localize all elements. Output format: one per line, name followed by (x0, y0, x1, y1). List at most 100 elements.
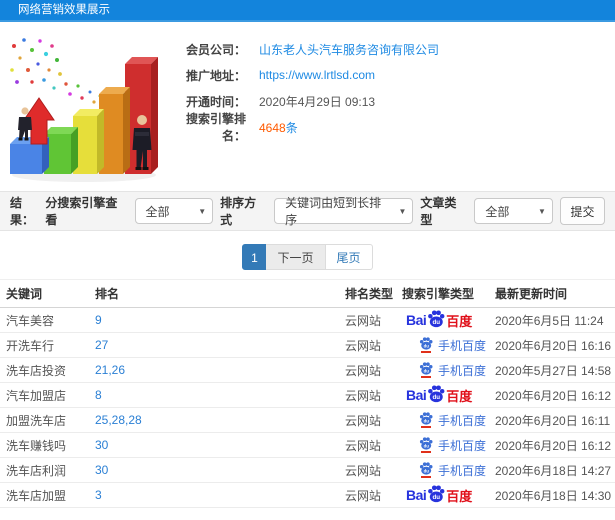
keyword-cell: 洗车店投资 (0, 357, 95, 383)
page: 网络营销效果展示 会员公司： 山东老人头汽车服务咨询有限公司 推广地址： htt… (0, 0, 615, 520)
rank-cell[interactable]: 27 (95, 332, 345, 358)
svg-text:du: du (433, 394, 441, 401)
rank-cell[interactable]: 30 (95, 432, 345, 458)
page-1-button[interactable]: 1 (242, 244, 267, 270)
keyword-cell: 加盟洗车店 (0, 407, 95, 433)
rank-unit-link[interactable]: 条 (286, 121, 298, 135)
svg-text:du: du (423, 468, 429, 473)
rank-cell[interactable]: 30 (95, 457, 345, 483)
rank-cell[interactable]: 25,28,28 (95, 407, 345, 433)
col-header-keyword: 关键词 (0, 279, 95, 308)
keyword-cell: 洗车店加盟 (0, 482, 95, 508)
engine-select-value: 全部 (145, 204, 170, 219)
table-body: 汽车美容 9 云网站 Bai du 百度 2020年6月5日 11:24 开洗车… (0, 307, 615, 508)
updated-cell: 2020年6月20日 16:16 (495, 332, 615, 358)
baidu-logo-bai-text: Bai (406, 487, 427, 503)
baidu-paw-icon: du (427, 310, 445, 328)
rank-type-cell: 云网站 (345, 482, 402, 508)
table-row: 汽车加盟店 8 云网站 Bai du 百度 2020年6月20日 16:12 (0, 382, 615, 408)
col-header-rank: 排名 (95, 279, 345, 308)
rank-cell[interactable]: 21,26 (95, 357, 345, 383)
sort-filter-label: 排序方式 (220, 196, 257, 227)
updated-cell: 2020年6月20日 16:12 (495, 382, 615, 408)
mobile-baidu-label: 手机百度 (438, 363, 487, 378)
mobile-baidu-logo: du 手机百度 (406, 337, 486, 354)
baidu-logo: Bai du 百度 (406, 485, 473, 505)
updated-cell: 2020年5月27日 14:58 (495, 357, 615, 383)
updated-cell: 2020年6月18日 14:30 (495, 482, 615, 508)
filter-controls: 分搜索引擎查看 全部 ▼ 排序方式 关键词由短到长排序 ▼ 文章类型 全部 ▼ … (45, 194, 605, 228)
col-header-engine-type: 搜索引擎类型 (402, 279, 495, 308)
caret-down-icon: ▼ (198, 206, 207, 216)
submit-button[interactable]: 提交 (559, 197, 605, 225)
table-header-row: 关键词 排名 排名类型 搜索引擎类型 最新更新时间 (0, 279, 615, 308)
engine-select[interactable]: 全部 ▼ (134, 198, 214, 224)
svg-text:du: du (433, 319, 441, 326)
info-section: 会员公司： 山东老人头汽车服务咨询有限公司 推广地址： https://www.… (0, 22, 615, 191)
mobile-baidu-logo: du 手机百度 (406, 437, 486, 454)
last-page-button[interactable]: 尾页 (325, 244, 373, 270)
caret-down-icon: ▼ (398, 206, 407, 216)
rank-type-cell: 云网站 (345, 457, 402, 483)
mobile-baidu-logo: du 手机百度 (406, 362, 486, 379)
baidu-logo-name-text: 百度 (446, 488, 473, 504)
mobile-baidu-label: 手机百度 (438, 338, 487, 353)
sort-select-value: 关键词由短到长排序 (285, 196, 382, 227)
mobile-baidu-logo: du 手机百度 (406, 462, 486, 479)
info-row-promo-url: 推广地址： https://www.lrtlsd.com (168, 62, 615, 88)
table-row: 洗车店利润 30 云网站 Bai (0, 457, 615, 483)
mobile-baidu-underline (420, 351, 431, 353)
rank-cell[interactable]: 3 (95, 482, 345, 508)
table-row: 洗车店投资 21,26 云网站 Bai (0, 357, 615, 383)
engine-type-cell: Bai du 百度 (402, 432, 495, 458)
mobile-baidu-label: 手机百度 (438, 438, 487, 453)
article-type-label: 文章类型 (420, 196, 457, 227)
open-time-label: 开通时间： (185, 94, 246, 109)
promo-url-link[interactable]: https://www.lrtlsd.com (259, 68, 375, 82)
bar-green (44, 127, 78, 174)
engine-rank-value: 4648条 (259, 119, 298, 136)
titlebar: 网络营销效果展示 (0, 0, 615, 22)
engine-type-cell: Bai du 百度 (402, 482, 495, 508)
mobile-baidu-underline (420, 376, 431, 378)
col-header-updated: 最新更新时间 (495, 279, 615, 308)
article-type-select-value: 全部 (485, 204, 510, 219)
rank-type-cell: 云网站 (345, 357, 402, 383)
mobile-baidu-paw-icon: du (418, 337, 433, 353)
engine-type-cell: Bai du 百度 (402, 357, 495, 383)
rank-cell[interactable]: 8 (95, 382, 345, 408)
mobile-baidu-underline (420, 451, 431, 453)
filter-bar: 结果： 分搜索引擎查看 全部 ▼ 排序方式 关键词由短到长排序 ▼ 文章类型 全… (0, 191, 615, 231)
rank-cell[interactable]: 9 (95, 307, 345, 333)
mobile-baidu-paw-icon: du (418, 362, 433, 378)
engine-type-cell: Bai du 百度 (402, 382, 495, 408)
updated-cell: 2020年6月5日 11:24 (495, 307, 615, 333)
mobile-baidu-paw-icon: du (418, 412, 433, 428)
baidu-logo: Bai du 百度 (406, 310, 472, 330)
page-title: 网络营销效果展示 (18, 4, 110, 16)
mobile-baidu-label: 手机百度 (438, 413, 487, 428)
member-company-link[interactable]: 山东老人头汽车服务咨询有限公司 (259, 41, 439, 58)
rank-type-cell: 云网站 (345, 332, 402, 358)
mobile-baidu-label: 手机百度 (438, 463, 487, 478)
updated-cell: 2020年6月20日 16:12 (495, 432, 615, 458)
mobile-baidu-logo: du 手机百度 (406, 412, 486, 429)
next-page-button[interactable]: 下一页 (266, 244, 326, 270)
baidu-logo: Bai du 百度 (406, 385, 473, 405)
mobile-baidu-underline (420, 476, 431, 478)
rank-count: 4648 (259, 120, 286, 135)
mobile-baidu-paw-icon: du (418, 462, 433, 478)
article-type-select[interactable]: 全部 ▼ (474, 198, 553, 224)
table-row: 开洗车行 27 云网站 Bai (0, 332, 615, 358)
sort-select[interactable]: 关键词由短到长排序 ▼ (274, 196, 414, 227)
info-row-member-company: 会员公司： 山东老人头汽车服务咨询有限公司 (168, 36, 615, 62)
bar-chart-illustration-svg (10, 38, 158, 182)
updated-cell: 2020年6月20日 16:11 (495, 407, 615, 433)
keyword-cell: 汽车加盟店 (0, 382, 95, 408)
baidu-logo-bai-text: Bai (406, 387, 427, 403)
baidu-logo-name-text: 百度 (446, 388, 473, 404)
svg-text:du: du (423, 368, 429, 373)
engine-type-cell: Bai du 百度 (402, 407, 495, 433)
table-row: 洗车赚钱吗 30 云网站 Bai (0, 432, 615, 458)
promo-url-label: 推广地址： (185, 68, 246, 83)
